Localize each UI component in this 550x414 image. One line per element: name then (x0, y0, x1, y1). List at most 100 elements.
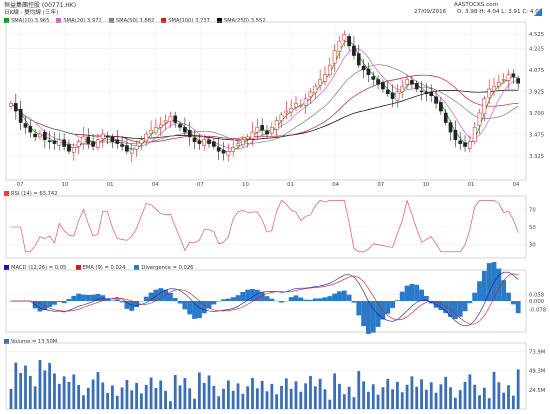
price-x-tick-label: 10 (242, 182, 249, 188)
candle-body (144, 133, 149, 141)
candle-body (154, 127, 158, 133)
macd-divergence-bar (467, 301, 473, 304)
volume-bar (111, 385, 114, 409)
candle-body (183, 127, 187, 133)
candle-body (120, 144, 124, 147)
volume-bar (173, 374, 177, 409)
macd-divergence-bar (167, 292, 173, 301)
volume-bar (284, 378, 288, 409)
rsi-y-tick-label: 30 (529, 243, 536, 249)
macd-y-tick-label: -0.078 (529, 308, 547, 314)
macd-divergence-bar (172, 298, 178, 301)
candle-body (308, 91, 313, 97)
volume-bar (415, 386, 419, 409)
candle-body (158, 124, 163, 128)
macd-divergence-bar (153, 289, 159, 301)
macd-divergence-bar (129, 301, 135, 311)
macd-divergence-bar (351, 301, 357, 303)
volume-bar (24, 365, 27, 409)
candle-body (231, 147, 236, 152)
candle-body (298, 105, 303, 107)
macd-divergence-bar (327, 296, 333, 301)
volume-bar (226, 380, 230, 409)
volume-bar (178, 385, 182, 409)
macd-divergence-bar (230, 297, 236, 301)
candle-body (91, 141, 95, 147)
macd-divergence-bar (221, 299, 226, 301)
candle-body (468, 141, 472, 149)
volume-bar (478, 395, 481, 409)
candle-body (178, 124, 182, 128)
candle-body (134, 145, 139, 150)
macd-divergence-bar (366, 301, 371, 334)
candle-body (52, 140, 57, 144)
price-y-tick-label: 4.225 (529, 46, 544, 52)
candle-body (414, 83, 419, 90)
volume-bar (516, 369, 520, 409)
macd-divergence-bar (177, 301, 183, 304)
price-x-tick-label: 04 (513, 182, 520, 188)
macd-divergence-bar (235, 295, 241, 301)
candle-body (279, 114, 284, 121)
macd-divergence-bar (225, 298, 231, 301)
volume-bar (289, 388, 293, 409)
volume-bar (333, 373, 337, 409)
volume-bar (91, 379, 95, 409)
candle-body (356, 53, 361, 66)
macd-divergence-bar (399, 291, 405, 301)
volume-bar (367, 391, 370, 409)
candle-body (385, 89, 390, 95)
candle-body (62, 139, 66, 147)
volume-bar (115, 395, 119, 409)
volume-bar (318, 378, 322, 409)
chart-canvas: 3.325 3.475 3.700 3.925 4.075 4.225 4.525 07 10 0… (5, 21, 547, 410)
volume-bar (357, 370, 361, 409)
candle-body (236, 143, 240, 146)
candle-body (511, 73, 516, 77)
volume-bar (120, 387, 124, 409)
candle-body (342, 34, 347, 41)
candle-body (221, 150, 226, 154)
macd-divergence-bar (404, 285, 410, 301)
macd-divergence-bar (385, 301, 391, 314)
candle-body (9, 103, 13, 107)
macd-divergence-bar (90, 294, 96, 301)
volume-bar (43, 370, 47, 409)
volume-y-tick-label: 73.9M (529, 350, 546, 356)
volume-bar (193, 398, 196, 409)
macd-divergence-bar (52, 301, 57, 305)
rsi-y-tick-label: 70 (529, 207, 536, 213)
volume-bar (420, 379, 423, 409)
macd-divergence-bar (143, 296, 149, 301)
volume-bar (251, 377, 254, 409)
candle-body (434, 96, 438, 104)
volume-bar (217, 396, 221, 409)
macd-divergence-bar (37, 301, 43, 312)
candle-body (47, 140, 52, 142)
candle-body (255, 127, 260, 133)
volume-bar (82, 395, 85, 409)
candle-body (13, 103, 18, 112)
volume-bar (125, 379, 129, 409)
volume-bar (434, 392, 438, 409)
macd-divergence-bar (491, 262, 497, 301)
candle-body (506, 74, 511, 81)
macd-divergence-bar (85, 294, 91, 301)
chart-page: { "header": { "stock": "恒益集團控股 (00771.HK… (0, 0, 550, 414)
volume-bar (72, 374, 76, 409)
candle-body (294, 103, 298, 108)
candle-body (496, 82, 501, 87)
sma20-line (10, 48, 519, 150)
volume-bar (323, 389, 327, 409)
volume-bar (405, 384, 409, 409)
volume-bar (328, 399, 332, 409)
macd-divergence-bar (496, 268, 502, 301)
price-y-tick-label: 3.700 (529, 111, 545, 117)
volume-bar (38, 360, 42, 409)
candle-body (352, 45, 356, 56)
macd-y-tick-label: 0.000 (529, 299, 545, 305)
volume-bar (449, 387, 452, 409)
macd-divergence-bar (134, 301, 139, 308)
volume-bar (62, 376, 66, 409)
macd-divergence-bar (124, 301, 130, 309)
